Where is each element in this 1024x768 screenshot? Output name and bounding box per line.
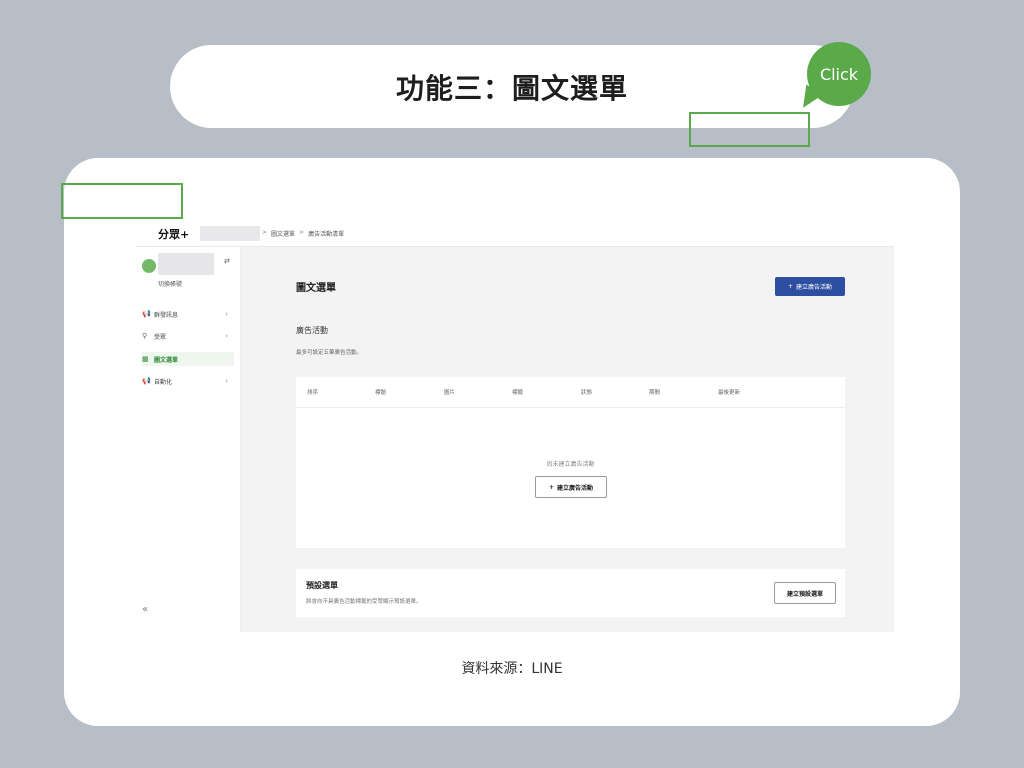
grid-menu-icon: ▦: [142, 355, 149, 363]
breadcrumb: > 圖文選單 > 廣告活動清單: [262, 229, 344, 238]
collapse-sidebar-icon[interactable]: «: [142, 604, 148, 615]
switch-icon[interactable]: ⇄: [224, 257, 230, 265]
sidebar-item-automation[interactable]: 📢 自動化 ›: [142, 374, 234, 388]
button-label: 建立廣告活動: [557, 484, 594, 492]
breadcrumb-separator: >: [262, 229, 268, 236]
column-header[interactable]: 圖片: [444, 388, 455, 396]
column-header[interactable]: 期間: [649, 388, 660, 396]
plus-icon: +: [548, 483, 554, 491]
screenshot-card: 分眾+ > 圖文選單 > 廣告活動清單 ⇄ 切換帳號 📢 群發訊息 › ⚲ 受眾: [64, 158, 960, 726]
campaign-table: 排序 標題 圖片 標籤 狀態 期間 最後更新 尚未建立廣告活動 + 建立廣告活動: [296, 377, 845, 548]
highlight-sidebar-rich-menu: [61, 183, 183, 219]
avatar: [142, 259, 156, 273]
click-callout: Click: [807, 42, 871, 106]
sidebar-item-broadcast[interactable]: 📢 群發訊息 ›: [142, 307, 234, 321]
button-label: 建立廣告活動: [796, 284, 833, 291]
sidebar-item-audience[interactable]: ⚲ 受眾 ›: [142, 329, 234, 343]
sidebar: ⇄ 切換帳號 📢 群發訊息 › ⚲ 受眾 › ▦ 圖文選單 📢 自動化 › «: [136, 247, 241, 632]
create-default-menu-button[interactable]: 建立預設選單: [774, 582, 836, 604]
page-title: 圖文選單: [296, 283, 336, 294]
chevron-right-icon: ›: [225, 332, 228, 340]
breadcrumb-item-rich-menu[interactable]: 圖文選單: [271, 229, 295, 238]
breadcrumb-item-campaign-list: 廣告活動清單: [308, 231, 345, 238]
chevron-right-icon: ›: [225, 310, 228, 318]
sidebar-item-label: 自動化: [154, 378, 173, 386]
megaphone-icon: 📢: [142, 310, 151, 318]
sidebar-item-label: 圖文選單: [154, 356, 179, 364]
megaphone-icon: 📢: [142, 377, 151, 385]
section-description: 最多可設定五筆廣告活動。: [296, 350, 363, 356]
create-campaign-button[interactable]: + 建立廣告活動: [775, 277, 845, 296]
plus-icon: +: [787, 283, 793, 290]
section-title: 廣告活動: [296, 326, 328, 335]
default-menu-title: 預設選單: [306, 581, 338, 590]
sidebar-item-label: 群發訊息: [154, 311, 179, 319]
slide-title: 功能三：圖文選單: [395, 71, 628, 105]
default-menu-description: 將會向不具廣告活動標籤的受眾顯示預設選單。: [306, 599, 422, 605]
breadcrumb-separator: >: [299, 229, 305, 236]
main-content: 圖文選單 + 建立廣告活動 廣告活動 最多可設定五筆廣告活動。 排序 標題 圖片…: [241, 247, 894, 632]
account-name: [158, 253, 214, 275]
column-header[interactable]: 標題: [375, 388, 386, 396]
app-screenshot: 分眾+ > 圖文選單 > 廣告活動清單 ⇄ 切換帳號 📢 群發訊息 › ⚲ 受眾: [136, 220, 894, 632]
column-header[interactable]: 標籤: [512, 388, 523, 396]
switch-account-link[interactable]: 切換帳號: [158, 279, 182, 288]
chevron-right-icon: ›: [225, 377, 228, 385]
top-bar: 分眾+ > 圖文選單 > 廣告活動清單: [136, 220, 894, 247]
highlight-create-button: [689, 112, 810, 147]
brand-logo: 分眾+: [158, 228, 190, 241]
column-header[interactable]: 最後更新: [718, 388, 740, 396]
sidebar-item-label: 受眾: [154, 333, 167, 341]
location-pin-icon: ⚲: [142, 332, 148, 340]
column-header[interactable]: 狀態: [581, 388, 592, 396]
account-selector[interactable]: [200, 226, 260, 241]
column-header[interactable]: 排序: [307, 388, 318, 396]
sidebar-item-rich-menu[interactable]: ▦ 圖文選單: [142, 352, 234, 366]
empty-state-text: 尚未建立廣告活動: [546, 461, 595, 468]
default-menu-panel: 預設選單 將會向不具廣告活動標籤的受眾顯示預設選單。 建立預設選單: [296, 569, 845, 617]
source-caption: 資料來源：LINE: [461, 661, 563, 677]
empty-create-campaign-button[interactable]: + 建立廣告活動: [535, 476, 607, 498]
table-header: 排序 標題 圖片 標籤 狀態 期間 最後更新: [296, 377, 845, 408]
